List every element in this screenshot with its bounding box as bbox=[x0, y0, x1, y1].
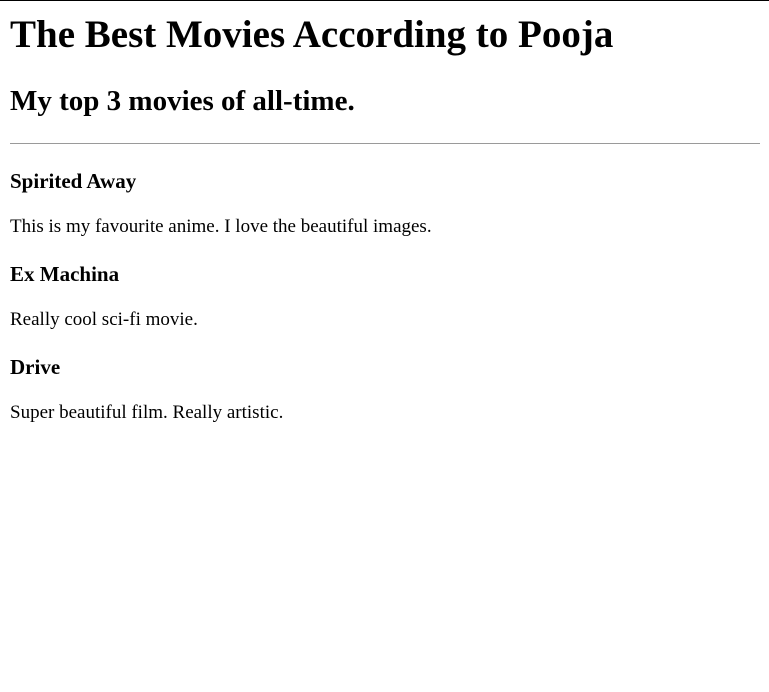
movie-title: Ex Machina bbox=[10, 262, 120, 286]
movie-title: Spirited Away bbox=[10, 169, 137, 193]
movie-item: Ex Machina Really cool sci-fi movie. bbox=[10, 261, 760, 332]
movie-description: Super beautiful film. Really artistic. bbox=[10, 402, 284, 423]
movie-description: This is my favourite anime. I love the b… bbox=[10, 216, 432, 237]
movie-item: Spirited Away This is my favourite anime… bbox=[10, 168, 760, 239]
divider bbox=[10, 143, 760, 144]
movie-description: Really cool sci-fi movie. bbox=[10, 309, 198, 330]
movie-item: Drive Super beautiful film. Really artis… bbox=[10, 354, 760, 425]
movie-title: Drive bbox=[10, 355, 61, 379]
page-subtitle: My top 3 movies of all-time. bbox=[10, 85, 355, 117]
movie-list: Spirited Away This is my favourite anime… bbox=[10, 168, 760, 425]
page-title: The Best Movies According to Pooja bbox=[10, 13, 614, 56]
